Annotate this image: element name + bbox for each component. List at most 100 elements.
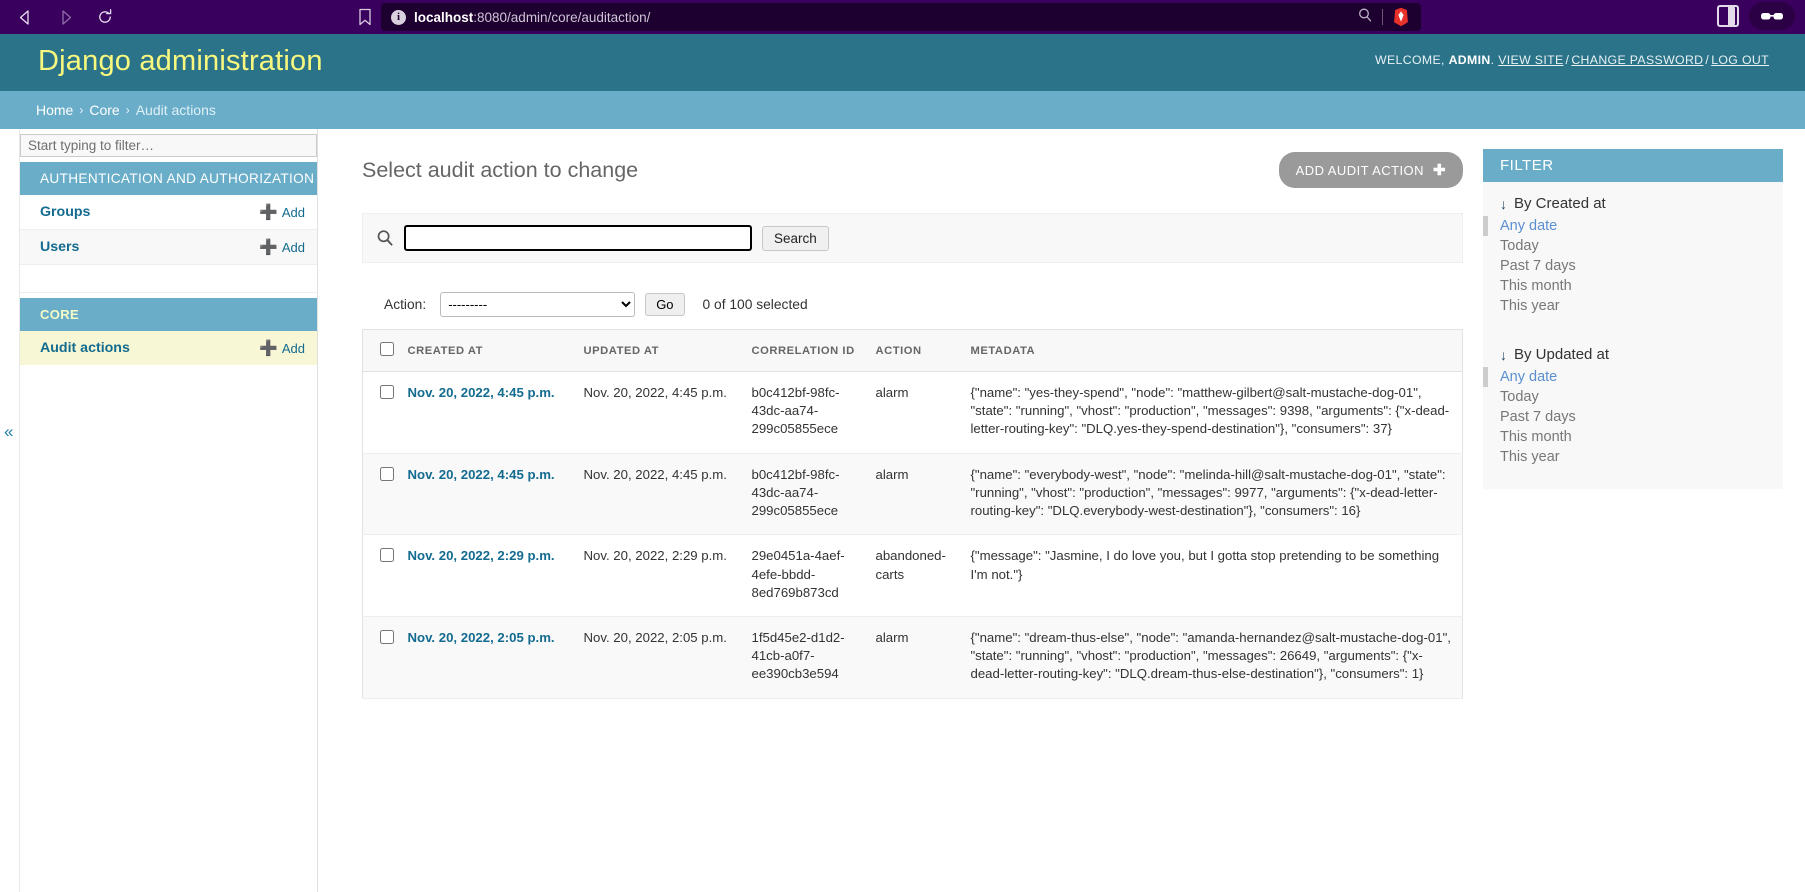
filter-option-label[interactable]: Any date	[1500, 218, 1557, 234]
action-label: Action:	[384, 297, 427, 312]
filter-option-this-year[interactable]: This year	[1483, 447, 1783, 467]
plus-icon: ➕	[259, 339, 278, 357]
app-caption-auth[interactable]: AUTHENTICATION AND AUTHORIZATION	[20, 162, 317, 195]
row-select-cell	[362, 453, 408, 536]
filter-group-title-created-at[interactable]: ↓ By Created at	[1483, 182, 1783, 216]
brave-shield-icon[interactable]	[1392, 7, 1411, 27]
filter-option-label[interactable]: Past 7 days	[1500, 409, 1576, 425]
forward-arrow-icon[interactable]	[52, 4, 78, 30]
filter-option-label[interactable]: Any date	[1500, 369, 1557, 385]
filter-option-today[interactable]: Today	[1483, 236, 1783, 256]
filter-option-any-date[interactable]: Any date	[1483, 216, 1783, 236]
filter-group-title-updated-at[interactable]: ↓ By Updated at	[1483, 333, 1783, 367]
cell-action: abandoned-carts	[875, 534, 971, 617]
action-go-button[interactable]: Go	[645, 293, 685, 316]
cell-created-at: Nov. 20, 2022, 4:45 p.m.	[407, 371, 584, 454]
sidebar-item-users[interactable]: Users ➕ Add	[20, 230, 317, 265]
search-input[interactable]	[404, 225, 752, 251]
row-checkbox[interactable]	[380, 548, 394, 563]
column-header-action[interactable]: ACTION	[875, 329, 971, 372]
select-all-checkbox[interactable]	[380, 342, 394, 356]
filter-option-past-7-days[interactable]: Past 7 days	[1483, 256, 1783, 276]
column-header-metadata[interactable]: METADATA	[970, 329, 1463, 372]
cell-updated-at: Nov. 20, 2022, 2:05 p.m.	[583, 616, 752, 699]
content-wrapper: Select audit action to change ADD AUDIT …	[318, 129, 1805, 892]
filter-option-past-7-days[interactable]: Past 7 days	[1483, 407, 1783, 427]
table-row: Nov. 20, 2022, 4:45 p.m. Nov. 20, 2022, …	[362, 453, 1463, 536]
side-panel-icon[interactable]	[1717, 5, 1739, 27]
reload-icon[interactable]	[92, 4, 118, 30]
filter-option-label[interactable]: This year	[1500, 449, 1560, 465]
row-checkbox[interactable]	[380, 385, 394, 399]
cell-correlation-id: 1f5d45e2-d1d2-41cb-a0f7-ee390cb3e594	[751, 616, 876, 699]
back-arrow-icon[interactable]	[12, 4, 38, 30]
filter-option-label[interactable]: This month	[1500, 429, 1572, 445]
add-users-link[interactable]: ➕ Add	[259, 240, 305, 255]
welcome-period: .	[1490, 53, 1495, 67]
breadcrumb-home[interactable]: Home	[36, 102, 73, 118]
browser-right-controls	[1717, 2, 1795, 30]
content-header: Select audit action to change ADD AUDIT …	[362, 149, 1463, 188]
profile-avatar-icon[interactable]	[1749, 2, 1795, 30]
action-select[interactable]: --------- Delete selected audit actions	[440, 292, 636, 317]
breadcrumb-core[interactable]: Core	[89, 102, 119, 118]
column-header-correlation-id[interactable]: CORRELATION ID	[751, 329, 876, 372]
row-select-cell	[362, 534, 408, 617]
search-button[interactable]: Search	[762, 225, 829, 251]
bookmark-icon[interactable]	[358, 8, 372, 31]
results-table-body: Nov. 20, 2022, 4:45 p.m. Nov. 20, 2022, …	[362, 371, 1463, 699]
filter-option-label[interactable]: Past 7 days	[1500, 258, 1576, 274]
filter-option-this-month[interactable]: This month	[1483, 427, 1783, 447]
sidebar-collapse-toggle[interactable]: «	[4, 423, 13, 440]
filter-option-today[interactable]: Today	[1483, 387, 1783, 407]
cell-created-at: Nov. 20, 2022, 2:29 p.m.	[407, 534, 584, 617]
row-link[interactable]: Nov. 20, 2022, 4:45 p.m.	[408, 467, 555, 482]
breadcrumb-separator-1: ›	[79, 103, 84, 117]
row-checkbox[interactable]	[380, 629, 394, 644]
app-block-spacer	[20, 265, 317, 293]
sidebar-item-audit-actions[interactable]: Audit actions ➕ Add	[20, 331, 317, 365]
app-caption-core[interactable]: CORE	[20, 298, 317, 331]
sidebar-item-users-label[interactable]: Users	[40, 239, 79, 255]
add-users-label: Add	[281, 239, 305, 255]
plus-icon: ➕	[259, 238, 278, 256]
sort-down-icon: ↓	[1500, 195, 1507, 212]
change-password-link[interactable]: CHANGE PASSWORD	[1571, 53, 1703, 67]
row-checkbox[interactable]	[380, 466, 394, 481]
filter-option-label[interactable]: Today	[1500, 389, 1539, 405]
row-link[interactable]: Nov. 20, 2022, 2:29 p.m.	[408, 548, 555, 563]
sidebar-rail: «	[0, 129, 20, 892]
filter-option-this-month[interactable]: This month	[1483, 276, 1783, 296]
column-header-created-at[interactable]: CREATED AT	[407, 329, 584, 372]
search-in-page-icon[interactable]	[1357, 7, 1373, 28]
sidebar-item-groups-label[interactable]: Groups	[40, 204, 90, 220]
admin-sidebar: AUTHENTICATION AND AUTHORIZATION Groups …	[20, 129, 318, 892]
plus-icon: ➕	[259, 203, 278, 221]
cell-updated-at: Nov. 20, 2022, 4:45 p.m.	[583, 371, 752, 454]
filter-option-label[interactable]: This year	[1500, 298, 1560, 314]
log-out-link[interactable]: LOG OUT	[1711, 53, 1769, 67]
add-groups-label: Add	[281, 204, 305, 220]
row-link[interactable]: Nov. 20, 2022, 4:45 p.m.	[408, 385, 555, 400]
add-audit-action-button[interactable]: ADD AUDIT ACTION ✚	[1278, 152, 1463, 188]
browser-toolbar: i localhost:8080/admin/core/auditaction/	[0, 0, 1805, 34]
sidebar-item-groups[interactable]: Groups ➕ Add	[20, 195, 317, 230]
row-link[interactable]: Nov. 20, 2022, 2:05 p.m.	[408, 630, 555, 645]
page-body: « AUTHENTICATION AND AUTHORIZATION Group…	[0, 129, 1805, 892]
sidebar-filter-input[interactable]	[20, 134, 317, 157]
filter-option-label[interactable]: This month	[1500, 278, 1572, 294]
view-site-link[interactable]: VIEW SITE	[1498, 53, 1563, 67]
column-header-updated-at[interactable]: UPDATED AT	[583, 329, 752, 372]
add-audit-action-link[interactable]: ➕ Add	[259, 341, 305, 356]
cell-action: alarm	[875, 616, 971, 699]
filter-option-label[interactable]: Today	[1500, 238, 1539, 254]
filter-option-any-date[interactable]: Any date	[1483, 367, 1783, 387]
url-bar[interactable]: i localhost:8080/admin/core/auditaction/	[381, 3, 1421, 31]
breadcrumb-current: Audit actions	[135, 102, 216, 118]
add-groups-link[interactable]: ➕ Add	[259, 205, 305, 220]
site-info-icon[interactable]: i	[391, 9, 406, 25]
sidebar-item-audit-actions-label[interactable]: Audit actions	[40, 340, 130, 356]
site-title[interactable]: Django administration	[38, 45, 323, 78]
filter-option-this-year[interactable]: This year	[1483, 296, 1783, 316]
main-content: Select audit action to change ADD AUDIT …	[318, 129, 1483, 892]
